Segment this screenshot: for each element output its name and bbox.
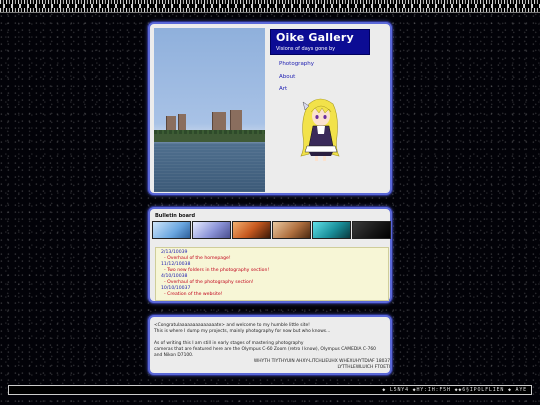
news-item: - Overhaul of the homepage!: [164, 256, 231, 261]
footer-text: ◆ L5NY4 ◆HY:IH:F5H ◆◆6§IPOLFLIEN ◆ AYE: [382, 387, 527, 393]
news-date: 11/12/10038: [161, 262, 191, 267]
news-date: 4/10/10038: [161, 274, 188, 279]
intro-panel: <Congratulaaaaaaaaaaaaaate> and welcome …: [148, 315, 392, 375]
banner-strip: [152, 221, 392, 239]
nav-link-about[interactable]: About: [279, 74, 295, 80]
intro-text: <Congratulaaaaaaaaaaaaaate> and welcome …: [154, 323, 390, 371]
news-item: - Overhaul of the photography section!: [164, 280, 254, 285]
banner-link-2[interactable]: [192, 221, 231, 239]
lake-photo: [154, 28, 265, 192]
bulletin-panel: Bulletin board 2/13/10039 - Overhaul of …: [148, 207, 392, 303]
site-title: Oike Gallery: [276, 31, 354, 44]
bulletin-title: Bulletin board: [155, 213, 196, 219]
banner-link-4[interactable]: [272, 221, 311, 239]
news-box: 2/13/10039 - Overhaul of the homepage! 1…: [155, 247, 389, 301]
news-item: - Two new folders in the photography sec…: [164, 268, 270, 273]
site-title-box: Oike Gallery Visions of days gone by: [270, 29, 370, 55]
news-item: - Creation of the website!: [164, 292, 223, 297]
decorative-top-border: [0, 0, 540, 13]
nav-link-photography[interactable]: Photography: [279, 61, 314, 67]
header-panel: Oike Gallery Visions of days gone by Pho…: [148, 22, 392, 195]
news-date: 2/13/10039: [161, 250, 188, 255]
site-tagline: Visions of days gone by: [276, 46, 336, 52]
banner-link-6[interactable]: [352, 221, 391, 239]
nav-link-art[interactable]: Art: [279, 86, 287, 92]
banner-link-1[interactable]: [152, 221, 191, 239]
banner-link-5[interactable]: [312, 221, 351, 239]
mascot-character-image: [300, 98, 340, 161]
banner-link-3[interactable]: [232, 221, 271, 239]
footer-bar: ◆ L5NY4 ◆HY:IH:F5H ◆◆6§IPOLFLIEN ◆ AYE: [8, 385, 532, 395]
news-date: 10/10/10037: [161, 286, 191, 291]
signature-line-2: LYTTHLEWLUICH FTOETI: [337, 365, 390, 370]
